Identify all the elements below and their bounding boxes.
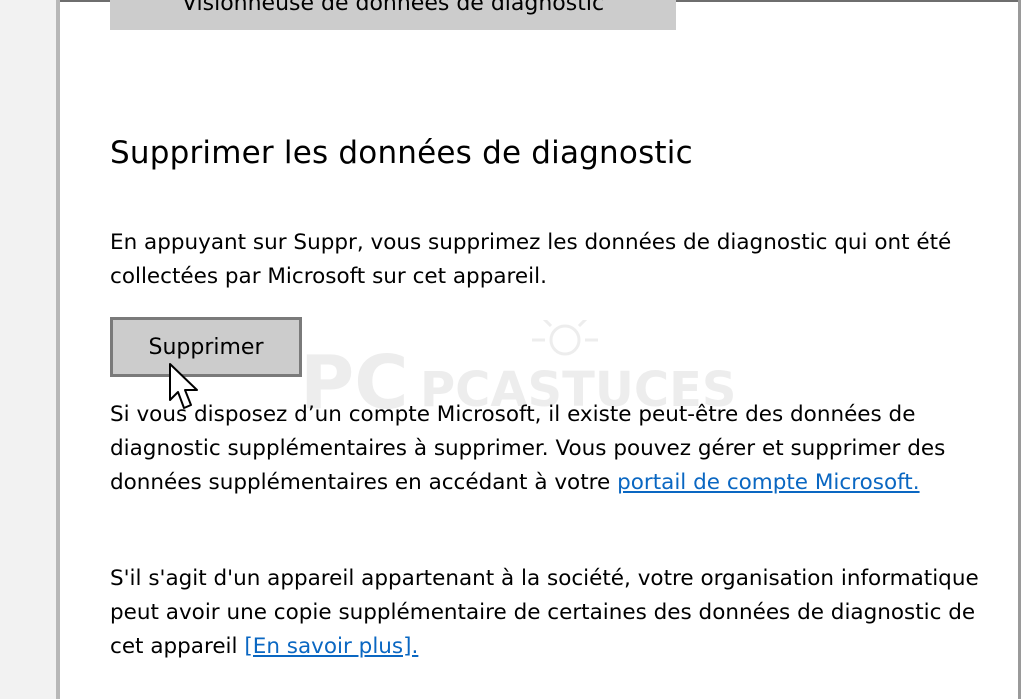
left-navigation-strip bbox=[0, 0, 60, 699]
delete-description: En appuyant sur Suppr, vous supprimez le… bbox=[110, 230, 952, 289]
microsoft-account-portal-link[interactable]: portail de compte Microsoft. bbox=[617, 470, 919, 495]
organization-description-text: S'il s'agit d'un appareil appartenant à … bbox=[110, 566, 979, 659]
section-title: Supprimer les données de diagnostic bbox=[110, 135, 693, 171]
diagnostic-viewer-button[interactable]: Visionneuse de données de diagnostic bbox=[110, 0, 676, 30]
mouse-pointer-icon bbox=[169, 363, 198, 409]
delete-button[interactable]: Supprimer bbox=[110, 317, 302, 377]
account-description: Si vous disposez d’un compte Microsoft, … bbox=[110, 398, 990, 500]
learn-more-link[interactable]: [En savoir plus]. bbox=[244, 634, 418, 659]
settings-window: Visionneuse de données de diagnostic Sup… bbox=[0, 0, 1021, 699]
organization-description: S'il s'agit d'un appareil appartenant à … bbox=[110, 562, 990, 664]
